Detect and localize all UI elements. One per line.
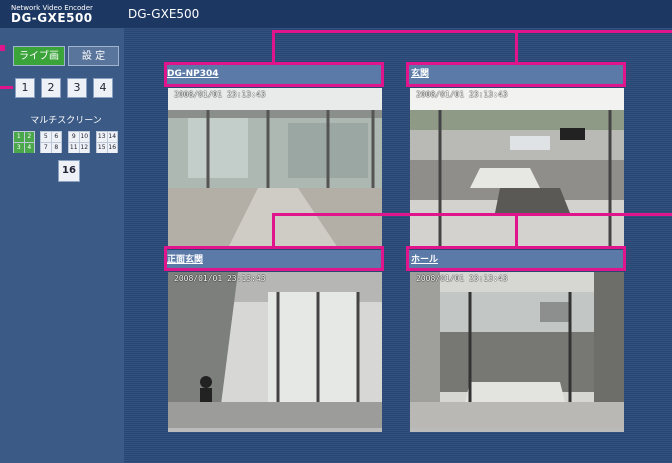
grid-cell: 1 (14, 132, 24, 142)
highlight-camera-2-title (406, 62, 626, 87)
grid-cell: 15 (97, 143, 107, 153)
camera-1-feed[interactable]: 2008/01/01 23:13:43 (168, 88, 382, 248)
callout-line (515, 30, 518, 63)
page-title: DG-GXE500 (128, 7, 200, 21)
multiscreen-1-4-button[interactable]: 1 2 3 4 (13, 131, 35, 153)
multiscreen-13-16-button[interactable]: 13 14 15 16 (96, 131, 118, 153)
setup-tab[interactable]: 設 定 (68, 46, 119, 66)
callout-line (515, 213, 518, 247)
grid-cell: 2 (24, 132, 34, 142)
camera-3-timestamp: 2008/01/01 23:13:43 (174, 274, 266, 283)
camera-4-feed[interactable]: 2008/01/01 23:13:43 (410, 272, 624, 432)
multiscreen-label: マルチスクリーン (30, 116, 102, 126)
callout-line (272, 30, 275, 63)
grid-cell: 11 (69, 143, 79, 153)
grid-cell: 7 (41, 143, 51, 153)
grid-cell: 9 (69, 132, 79, 142)
live-tab[interactable]: ライブ画 (13, 46, 65, 66)
camera-4-timestamp: 2008/01/01 23:13:43 (416, 274, 508, 283)
multiscreen-9-12-button[interactable]: 9 10 11 12 (68, 131, 90, 153)
callout-line (272, 30, 672, 33)
grid-cell: 13 (97, 132, 107, 142)
grid-cell: 10 (79, 132, 89, 142)
grid-cell: 16 (107, 143, 117, 153)
channel-2-button[interactable]: 2 (41, 78, 61, 98)
multiscreen-5-8-button[interactable]: 5 6 7 8 (40, 131, 62, 153)
highlight-camera-3-title (164, 246, 384, 271)
hall-image (410, 272, 624, 428)
highlight-camera-1-title (164, 62, 384, 87)
channel-4-button[interactable]: 4 (93, 78, 113, 98)
camera-1-timestamp: 2008/01/01 23:13:43 (174, 90, 266, 99)
brand-header: Network Video Encoder DG-GXE500 (0, 0, 124, 28)
brand-name: DG-GXE500 (11, 11, 93, 25)
grid-cell: 5 (41, 132, 51, 142)
channel-3-button[interactable]: 3 (67, 78, 87, 98)
callout-line-tabs (0, 45, 5, 51)
camera-2-timestamp: 2008/01/01 23:13:43 (416, 90, 508, 99)
grid-cell: 12 (79, 143, 89, 153)
front-entrance-image (168, 272, 382, 428)
callout-line-channels (0, 86, 13, 89)
lobby-image (168, 88, 382, 248)
grid-cell: 6 (51, 132, 61, 142)
grid-cell: 8 (51, 143, 61, 153)
callout-line (272, 213, 672, 216)
grid-cell: 3 (14, 143, 24, 153)
camera-3-feed[interactable]: 2008/01/01 23:13:43 (168, 272, 382, 432)
channel-1-button[interactable]: 1 (15, 78, 35, 98)
highlight-camera-4-title (406, 246, 626, 271)
top-bar: DG-GXE500 (124, 0, 672, 28)
sidebar: Network Video Encoder DG-GXE500 ライブ画 設 定… (0, 0, 124, 463)
grid-cell: 4 (24, 143, 34, 153)
multiscreen-16-button[interactable]: 16 (58, 160, 80, 182)
callout-line (272, 213, 275, 247)
grid-cell: 14 (107, 132, 117, 142)
